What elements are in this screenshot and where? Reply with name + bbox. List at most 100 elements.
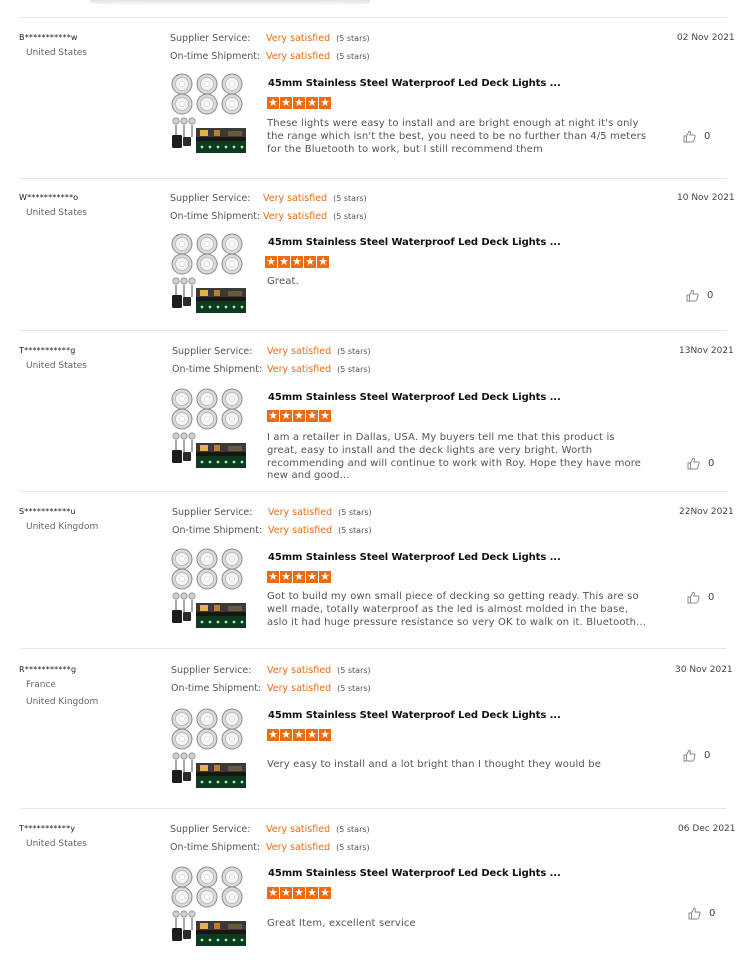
reviewer-name: R***********g (19, 665, 77, 674)
reviewer-country: France (26, 680, 56, 690)
star-icon: ★ (306, 886, 318, 899)
review-date: 02 Nov 2021 (677, 33, 735, 43)
product-thumbnail[interactable] (170, 388, 248, 468)
like-count: 0 (708, 458, 715, 469)
star-rating: ★ ★ ★ ★ ★ (267, 729, 331, 741)
like-button[interactable]: 0 (683, 130, 710, 143)
review-date: 10 Nov 2021 (677, 193, 735, 203)
supplier-service-label: Supplier Service: (171, 665, 252, 676)
review-date: 06 Dec 2021 (678, 824, 736, 834)
star-icon: ★ (267, 570, 279, 583)
review-date: 30 Nov 2021 (675, 665, 733, 675)
like-button[interactable]: 0 (688, 907, 715, 920)
like-button[interactable]: 0 (687, 457, 714, 470)
product-title-link[interactable]: 45mm Stainless Steel Waterproof Led Deck… (268, 392, 561, 403)
star-rating: ★ ★ ★ ★ ★ (267, 97, 331, 109)
ontime-shipment-row: On-time Shipment: Very satisfied (5 stars) (170, 842, 370, 853)
star-icon: ★ (291, 255, 303, 268)
product-title-link[interactable]: 45mm Stainless Steel Waterproof Led Deck… (268, 237, 561, 248)
like-button[interactable]: 0 (683, 749, 710, 762)
star-icon: ★ (280, 886, 292, 899)
star-icon: ★ (278, 255, 290, 268)
ontime-shipment-label: On-time Shipment: (170, 211, 261, 222)
thumbs-up-icon (687, 457, 700, 470)
ontime-shipment-row: On-time Shipment: Very satisfied (5 stars) (170, 51, 370, 62)
review-date: 22Nov 2021 (679, 507, 734, 517)
ontime-shipment-rating: Very satisfied (266, 51, 331, 62)
product-thumbnail[interactable] (170, 866, 248, 946)
review-separator (20, 178, 727, 179)
ontime-shipment-rating: Very satisfied (266, 842, 331, 853)
product-title-link[interactable]: 45mm Stainless Steel Waterproof Led Deck… (268, 78, 561, 89)
product-thumbnail[interactable] (170, 548, 248, 628)
star-icon: ★ (267, 96, 279, 109)
product-title-link[interactable]: 45mm Stainless Steel Waterproof Led Deck… (268, 552, 561, 563)
supplier-service-stars: (5 stars) (333, 194, 367, 203)
like-button[interactable]: 0 (687, 591, 714, 604)
top-shadow (90, 0, 370, 6)
supplier-service-label: Supplier Service: (170, 193, 251, 204)
thumbs-up-icon (687, 591, 700, 604)
star-icon: ★ (319, 409, 331, 422)
product-title-link[interactable]: 45mm Stainless Steel Waterproof Led Deck… (268, 710, 561, 721)
ontime-shipment-label: On-time Shipment: (172, 364, 263, 375)
supplier-service-rating: Very satisfied (268, 507, 333, 518)
supplier-service-row: Supplier Service: Very satisfied (5 stars) (170, 33, 370, 44)
star-icon: ★ (280, 570, 292, 583)
star-icon: ★ (319, 96, 331, 109)
like-count: 0 (704, 131, 711, 142)
review-text: These lights were easy to install and ar… (267, 118, 647, 155)
reviewer-name: S***********u (19, 507, 76, 516)
ontime-shipment-row: On-time Shipment: Very satisfied (5 stars) (172, 364, 371, 375)
review-date: 13Nov 2021 (679, 346, 734, 356)
supplier-service-rating: Very satisfied (266, 33, 331, 44)
review-separator (20, 808, 727, 809)
review-text: Very easy to install and a lot bright th… (267, 759, 602, 770)
star-icon: ★ (306, 570, 318, 583)
review-text: Great Item, excellent service (267, 918, 416, 929)
star-icon: ★ (267, 886, 279, 899)
supplier-service-row: Supplier Service: Very satisfied (5 stars) (172, 346, 371, 357)
like-count: 0 (707, 290, 714, 301)
ontime-shipment-stars: (5 stars) (336, 843, 370, 852)
star-icon: ★ (293, 886, 305, 899)
reviewer-country: United Kingdom (26, 522, 99, 532)
ontime-shipment-label: On-time Shipment: (171, 683, 262, 694)
reviewer-name: W***********o (19, 193, 79, 202)
star-icon: ★ (317, 255, 329, 268)
supplier-service-label: Supplier Service: (172, 507, 253, 518)
like-count: 0 (709, 908, 716, 919)
supplier-service-row: Supplier Service: Very satisfied (5 stars) (170, 824, 370, 835)
star-rating: ★ ★ ★ ★ ★ (267, 887, 331, 899)
star-icon: ★ (306, 96, 318, 109)
reviewer-name: T***********g (19, 346, 76, 355)
star-icon: ★ (293, 96, 305, 109)
ontime-shipment-label: On-time Shipment: (170, 51, 261, 62)
like-button[interactable]: 0 (686, 289, 713, 302)
star-icon: ★ (280, 96, 292, 109)
review-text: Got to build my own small piece of decki… (267, 591, 647, 628)
star-icon: ★ (267, 728, 279, 741)
reviewer-country: United States (26, 208, 87, 218)
product-thumbnail[interactable] (170, 233, 248, 313)
ontime-shipment-row: On-time Shipment: Very satisfied (5 stars) (172, 525, 372, 536)
ontime-shipment-rating: Very satisfied (267, 683, 332, 694)
reviewer-country: United Kingdom (26, 697, 99, 707)
ontime-shipment-row: On-time Shipment: Very satisfied (5 stars) (171, 683, 371, 694)
star-icon: ★ (280, 409, 292, 422)
star-icon: ★ (306, 728, 318, 741)
product-thumbnail[interactable] (170, 73, 248, 153)
supplier-service-stars: (5 stars) (336, 825, 370, 834)
star-icon: ★ (293, 570, 305, 583)
supplier-service-row: Supplier Service: Very satisfied (5 stars) (172, 507, 372, 518)
review-text: Great. (267, 276, 299, 287)
star-icon: ★ (280, 728, 292, 741)
like-count: 0 (704, 750, 711, 761)
supplier-service-rating: Very satisfied (267, 665, 332, 676)
product-thumbnail[interactable] (170, 708, 248, 788)
supplier-service-stars: (5 stars) (338, 508, 372, 517)
supplier-service-stars: (5 stars) (336, 34, 370, 43)
ontime-shipment-stars: (5 stars) (336, 52, 370, 61)
thumbs-up-icon (686, 289, 699, 302)
product-title-link[interactable]: 45mm Stainless Steel Waterproof Led Deck… (268, 868, 561, 879)
